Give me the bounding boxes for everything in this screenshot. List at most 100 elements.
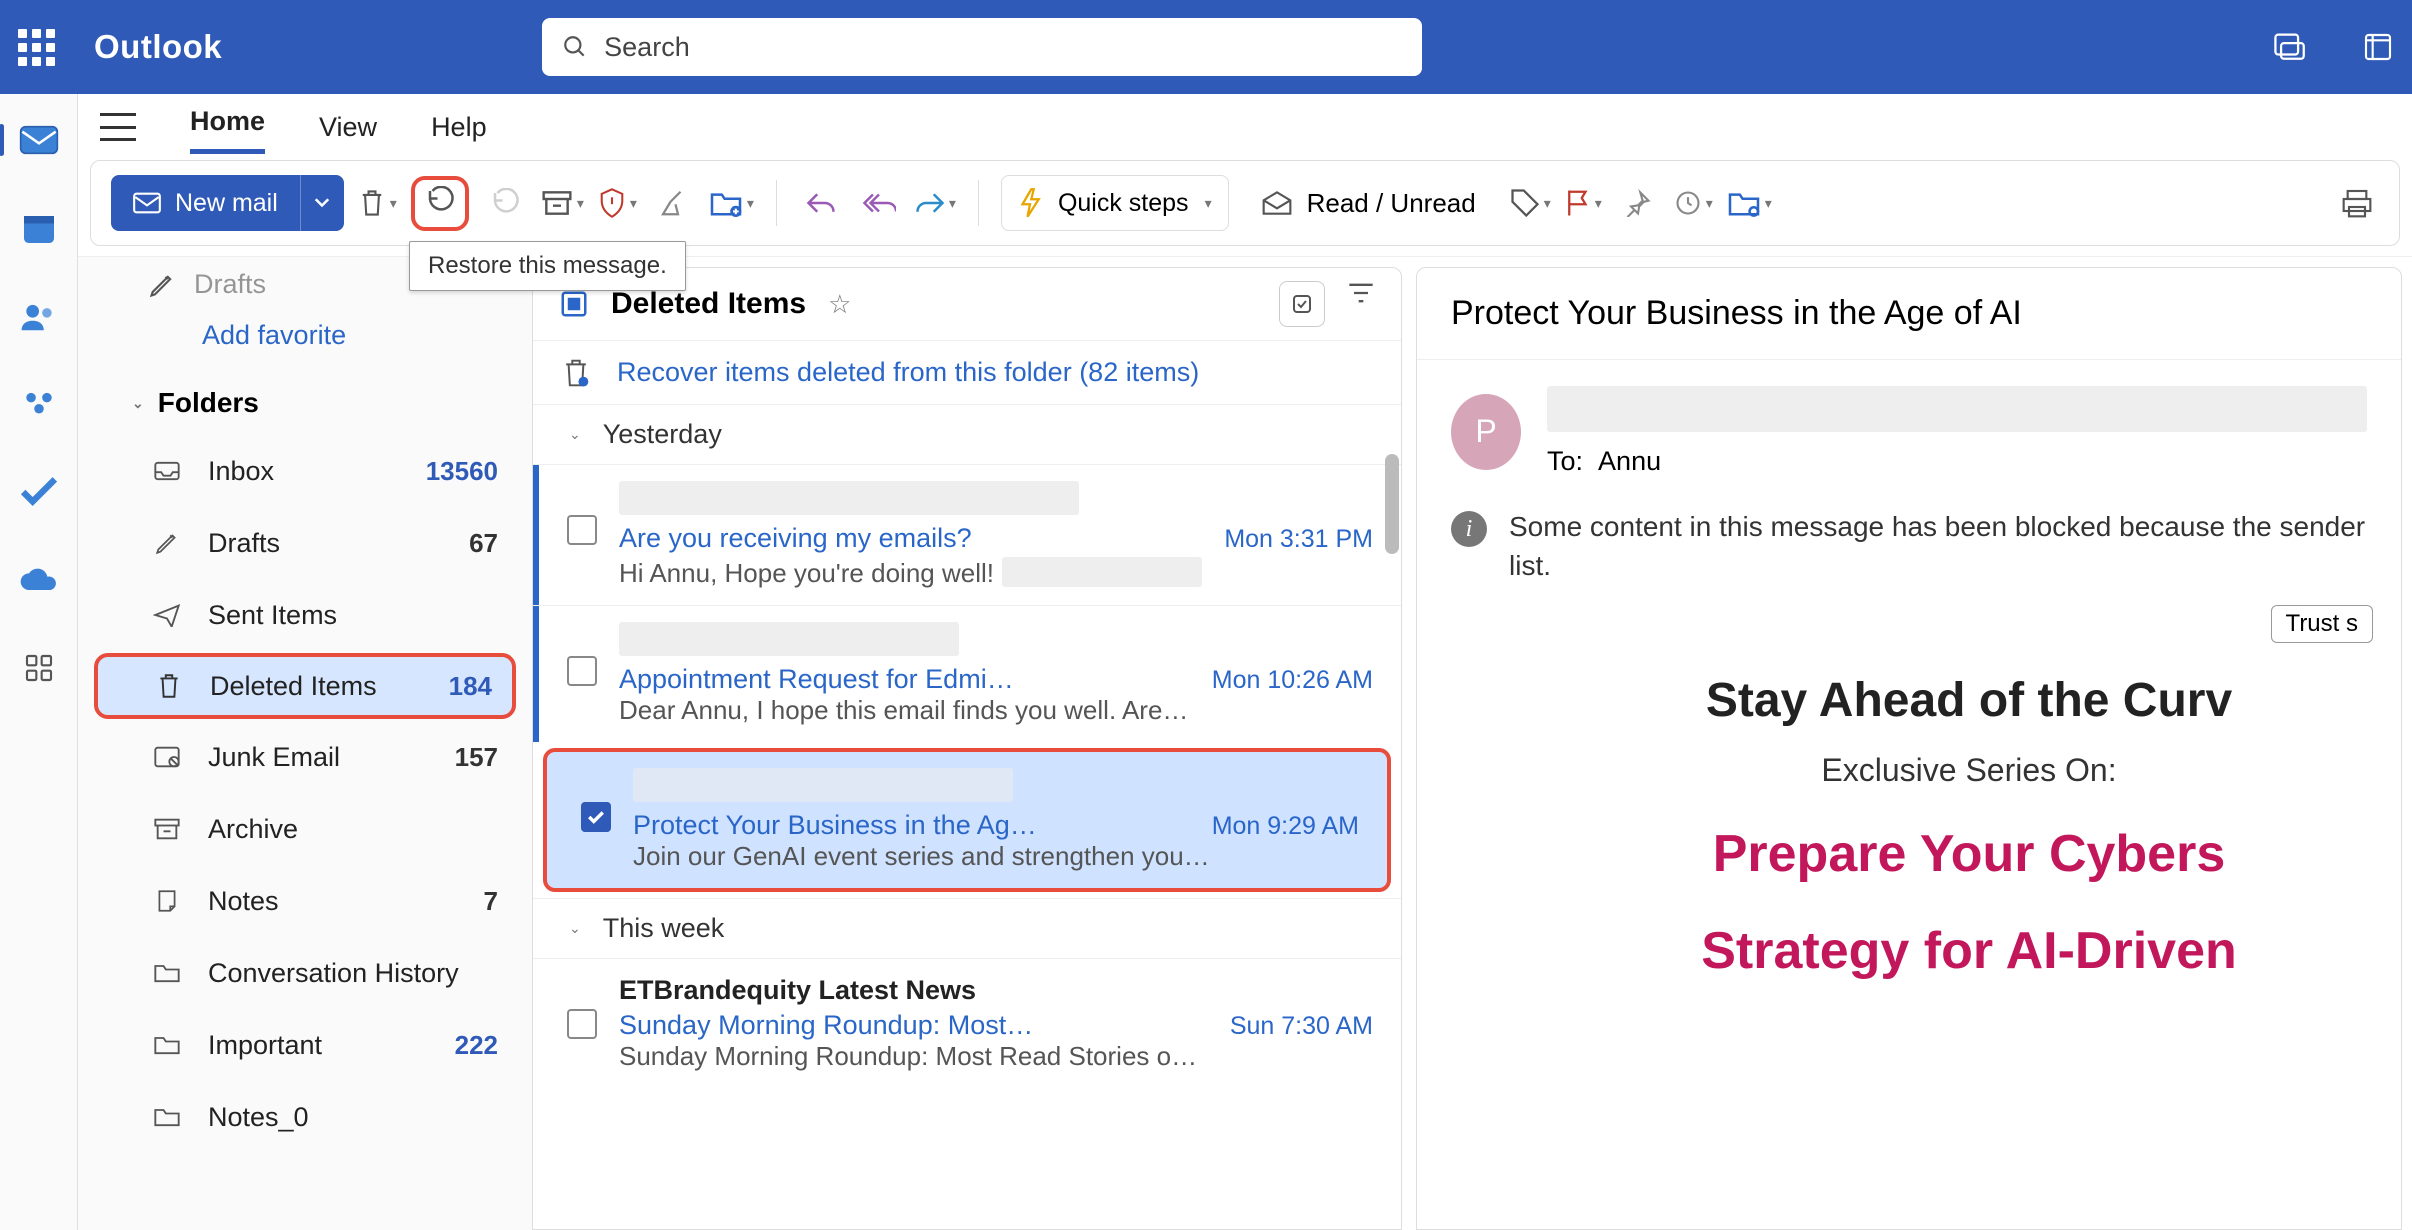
add-favorite[interactable]: Add favorite (88, 310, 522, 379)
rail-todo-icon[interactable] (17, 470, 61, 514)
pin-icon (1624, 189, 1652, 217)
recover-deleted-link[interactable]: Recover items deleted from this folder (… (533, 340, 1401, 404)
read-unread-button[interactable]: Read / Unread (1261, 188, 1476, 219)
folder-junk[interactable]: Junk Email 157 (88, 721, 522, 793)
app-launcher-icon[interactable] (18, 29, 60, 66)
reading-subject: Protect Your Business in the Age of AI (1417, 268, 2401, 360)
pencil-icon (150, 530, 184, 556)
folder-archive[interactable]: Archive (88, 793, 522, 865)
folder-conversation-history[interactable]: Conversation History (88, 937, 522, 1009)
folder-deleted[interactable]: Deleted Items 184 (94, 653, 516, 719)
recover-label: Recover items deleted from this folder (… (617, 357, 1199, 388)
folder-important[interactable]: Important 222 (88, 1009, 522, 1081)
hamburger-icon[interactable] (100, 113, 136, 141)
new-mail-button[interactable]: New mail (111, 175, 300, 231)
new-mail-dropdown[interactable] (300, 175, 344, 231)
message-item[interactable]: Appointment Request for Edmi… Mon 10:26 … (533, 605, 1401, 742)
new-mail-button-group: New mail (111, 175, 344, 231)
flag-icon (1565, 188, 1591, 218)
snooze-button[interactable]: ▾ (1674, 189, 1713, 217)
folder-pane: Drafts Add favorite ⌄ Folders Inbox 1356… (78, 257, 532, 1230)
message-checkbox[interactable] (567, 656, 597, 686)
search-placeholder: Search (604, 32, 690, 63)
meet-now-icon[interactable] (2274, 31, 2308, 61)
star-icon[interactable]: ☆ (828, 289, 851, 320)
notes-icon[interactable] (2362, 31, 2394, 63)
blocked-content-notice: i Some content in this message has been … (1417, 487, 2401, 605)
folder-sent[interactable]: Sent Items (88, 579, 522, 651)
quick-steps-button[interactable]: Quick steps ▾ (1001, 175, 1229, 231)
print-button[interactable] (2335, 181, 2379, 225)
folder-count: 157 (455, 742, 498, 773)
message-snippet: Dear Annu, I hope this email finds you w… (619, 695, 1188, 725)
rail-people-icon[interactable] (17, 294, 61, 338)
undo-button[interactable] (483, 181, 527, 225)
forward-button[interactable]: ▾ (915, 191, 956, 215)
folder-inbox[interactable]: Inbox 13560 (88, 435, 522, 507)
message-subject: Are you receiving my emails? (619, 523, 972, 554)
tab-home[interactable]: Home (190, 100, 265, 154)
select-mode-button[interactable] (1279, 281, 1325, 327)
restore-tooltip: Restore this message. (409, 241, 686, 291)
group-yesterday[interactable]: ⌄ Yesterday (533, 404, 1401, 464)
rules-button[interactable]: ▾ (1727, 189, 1772, 217)
sender-name-redacted (1547, 386, 2367, 432)
search-input[interactable]: Search (542, 18, 1422, 76)
rail-calendar-icon[interactable] (17, 206, 61, 250)
top-banner: Outlook Search (0, 0, 2412, 94)
message-list-pane: Deleted Items ☆ Recover items deleted fr… (532, 267, 1402, 1230)
sender-redacted (619, 622, 959, 656)
rail-more-apps-icon[interactable] (17, 646, 61, 690)
message-checkbox[interactable] (567, 1009, 597, 1039)
envelope-open-icon (1261, 189, 1293, 217)
email-subtitle: Exclusive Series On: (1577, 752, 2361, 789)
folder-move-icon (709, 189, 743, 217)
tab-help[interactable]: Help (431, 106, 487, 149)
folder-label: Deleted Items (210, 671, 377, 702)
message-checkbox[interactable] (567, 515, 597, 545)
flag-button[interactable]: ▾ (1565, 188, 1602, 218)
trust-sender-button[interactable]: Trust s (2271, 605, 2373, 643)
restore-button[interactable] (411, 176, 469, 231)
group-this-week[interactable]: ⌄ This week (533, 898, 1401, 958)
message-item[interactable]: ETBrandequity Latest News Sunday Morning… (533, 958, 1401, 1088)
rail-onedrive-icon[interactable] (17, 558, 61, 602)
report-button[interactable]: ▾ (598, 187, 637, 219)
categorize-button[interactable]: ▾ (1510, 188, 1551, 218)
select-all-checkbox[interactable] (559, 289, 589, 319)
folder-count: 67 (469, 528, 498, 559)
snippet-redacted (1002, 557, 1202, 587)
chevron-down-icon: ⌄ (569, 426, 581, 443)
message-snippet: Hi Annu, Hope you're doing well! (619, 558, 994, 589)
brand-label: Outlook (94, 28, 222, 66)
folder-drafts[interactable]: Drafts 67 (88, 507, 522, 579)
rail-groups-icon[interactable] (17, 382, 61, 426)
message-item[interactable]: Are you receiving my emails? Mon 3:31 PM… (533, 464, 1401, 605)
folder-notes-0[interactable]: Notes_0 (88, 1081, 522, 1153)
folders-header[interactable]: ⌄ Folders (88, 379, 522, 435)
tabs-row: Home View Help (78, 94, 2412, 160)
mail-icon (133, 192, 161, 214)
reply-button[interactable] (799, 181, 843, 225)
tab-view[interactable]: View (319, 106, 377, 149)
filter-icon[interactable] (1347, 281, 1375, 305)
forward-icon (915, 191, 945, 215)
pin-button[interactable] (1616, 181, 1660, 225)
rail-mail-icon[interactable] (17, 118, 61, 162)
message-item-selected[interactable]: Protect Your Business in the Ag… Mon 9:2… (543, 748, 1391, 892)
sweep-button[interactable] (651, 181, 695, 225)
move-to-button[interactable]: ▾ (709, 189, 754, 217)
trash-icon (152, 672, 186, 700)
fav-drafts-label: Drafts (194, 269, 266, 300)
folder-count: 13560 (426, 456, 498, 487)
delete-button[interactable]: ▾ (358, 188, 397, 218)
scrollbar-thumb[interactable] (1385, 454, 1399, 554)
folder-count: 184 (449, 671, 492, 702)
sender-row: P To: Annu (1417, 360, 2401, 487)
message-checkbox[interactable] (581, 802, 611, 832)
folders-label: Folders (158, 387, 259, 419)
archive-button[interactable]: ▾ (541, 189, 584, 217)
reply-all-button[interactable] (857, 181, 901, 225)
folder-notes[interactable]: Notes 7 (88, 865, 522, 937)
message-snippet: Join our GenAI event series and strength… (633, 841, 1210, 871)
